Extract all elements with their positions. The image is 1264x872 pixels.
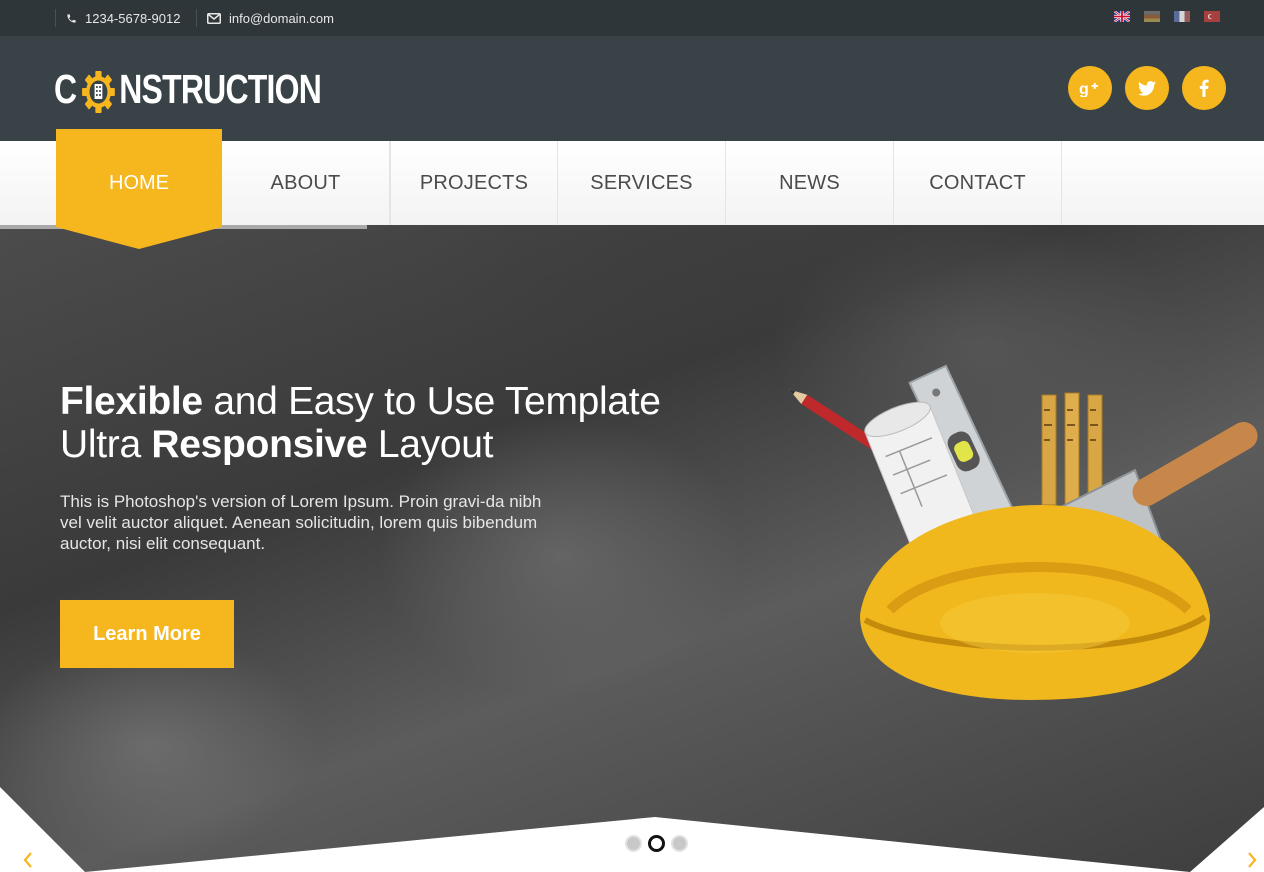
slider-dot-2-active[interactable]: [648, 835, 665, 852]
phone-number: 1234-5678-9012: [85, 10, 181, 26]
learn-more-button[interactable]: Learn More: [60, 600, 234, 668]
slider-dot-3[interactable]: [671, 835, 688, 852]
headline-bold-2: Responsive: [151, 423, 368, 466]
headline-text-3: Layout: [367, 423, 494, 466]
flag-france-icon[interactable]: [1174, 11, 1190, 22]
divider: [196, 9, 197, 27]
nav-label: ABOUT: [270, 171, 341, 194]
nav-item-contact[interactable]: CONTACT: [894, 141, 1062, 225]
nav-label: SERVICES: [590, 171, 693, 194]
logo-suffix: NSTRUCTION: [119, 65, 322, 112]
email-address: info@domain.com: [229, 10, 334, 26]
gear-building-icon: [81, 71, 115, 114]
envelope-icon: [207, 12, 221, 24]
facebook-icon: [1199, 79, 1209, 97]
headline-text-1: and Easy to Use Template: [202, 380, 661, 423]
headline-text-2: Ultra: [60, 423, 152, 466]
nav-label: HOME: [109, 171, 169, 194]
divider: [55, 9, 56, 27]
google-plus-button[interactable]: g: [1068, 66, 1112, 110]
nav-label: NEWS: [779, 171, 840, 194]
nav-item-home[interactable]: HOME: [56, 141, 222, 225]
flag-turkey-icon[interactable]: [1204, 11, 1220, 22]
headline-bold-1: Flexible: [60, 380, 203, 423]
phone-icon: [67, 13, 76, 23]
hero-paragraph: This is Photoshop's version of Lorem Ips…: [60, 492, 542, 553]
site-logo[interactable]: C NSTRUCTION: [54, 65, 396, 114]
top-bar: 1234-5678-9012 info@domain.com: [0, 0, 1264, 36]
twitter-icon: [1138, 80, 1156, 96]
svg-text:g: g: [1079, 81, 1089, 97]
hero-slider: Flexible and Easy to Use Template Ultra …: [0, 225, 1264, 872]
google-plus-icon: g: [1079, 81, 1098, 97]
flag-uk-icon[interactable]: [1114, 11, 1130, 22]
site-header: C NSTRUCTION g: [0, 36, 1264, 141]
nav-item-projects[interactable]: PROJECTS: [390, 141, 558, 225]
email-contact[interactable]: info@domain.com: [207, 0, 334, 36]
slider-next-button[interactable]: [1242, 850, 1262, 870]
phone-contact[interactable]: 1234-5678-9012: [66, 0, 180, 36]
nav-item-about[interactable]: ABOUT: [222, 141, 390, 225]
nav-item-news[interactable]: NEWS: [726, 141, 894, 225]
chevron-right-icon: [1248, 852, 1257, 868]
logo-wordmark: C NSTRUCTION: [54, 65, 322, 114]
nav-item-services[interactable]: SERVICES: [558, 141, 726, 225]
nav-label: PROJECTS: [419, 171, 529, 194]
slider-dot-1[interactable]: [625, 835, 642, 852]
flag-germany-icon[interactable]: [1144, 11, 1160, 22]
facebook-button[interactable]: [1182, 66, 1226, 110]
language-switcher: [1114, 11, 1220, 22]
slider-prev-button[interactable]: [18, 850, 38, 870]
chevron-left-icon: [23, 852, 32, 868]
hard-hat-tools-illustration: [789, 364, 1258, 700]
nav-label: CONTACT: [929, 171, 1026, 194]
twitter-button[interactable]: [1125, 66, 1169, 110]
logo-prefix: C: [54, 65, 77, 112]
slider-pagination: [625, 835, 688, 852]
hero-headline: Flexible and Easy to Use Template Ultra …: [60, 380, 661, 466]
